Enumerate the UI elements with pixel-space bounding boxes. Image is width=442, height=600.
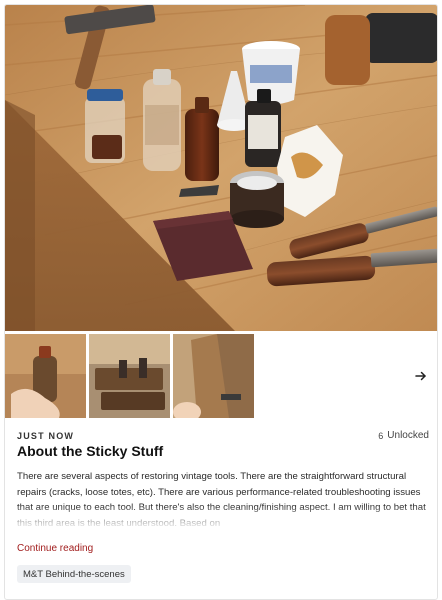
thumbnail-2[interactable] [89, 334, 170, 418]
post-excerpt-container: There are several aspects of restoring v… [17, 469, 429, 529]
unlocked-count: 6 [378, 430, 384, 441]
hero-image[interactable] [5, 5, 437, 331]
unlocked-label: Unlocked [387, 430, 429, 441]
thumbnail-1[interactable] [5, 334, 86, 418]
post-timestamp: JUST NOW [17, 431, 75, 441]
post-tag[interactable]: M&T Behind-the-scenes [17, 565, 131, 583]
continue-reading-link[interactable]: Continue reading [17, 543, 93, 554]
unlocked-indicator: 6 Unlocked [378, 430, 429, 441]
post-title[interactable]: About the Sticky Stuff [17, 443, 163, 459]
arrow-right-icon [415, 371, 426, 381]
thumbnail-bottle-photo [5, 334, 86, 418]
excerpt-fade [17, 505, 429, 529]
thumbnail-strip [5, 334, 437, 418]
thumbnail-3[interactable] [173, 334, 254, 418]
thumbnail-plane-held-photo [173, 334, 254, 418]
thumbnail-planes-photo [89, 334, 170, 418]
next-image-button[interactable] [407, 362, 435, 390]
hero-photo [5, 5, 437, 331]
post-card: JUST NOW 6 Unlocked About the Sticky Stu… [4, 4, 438, 600]
